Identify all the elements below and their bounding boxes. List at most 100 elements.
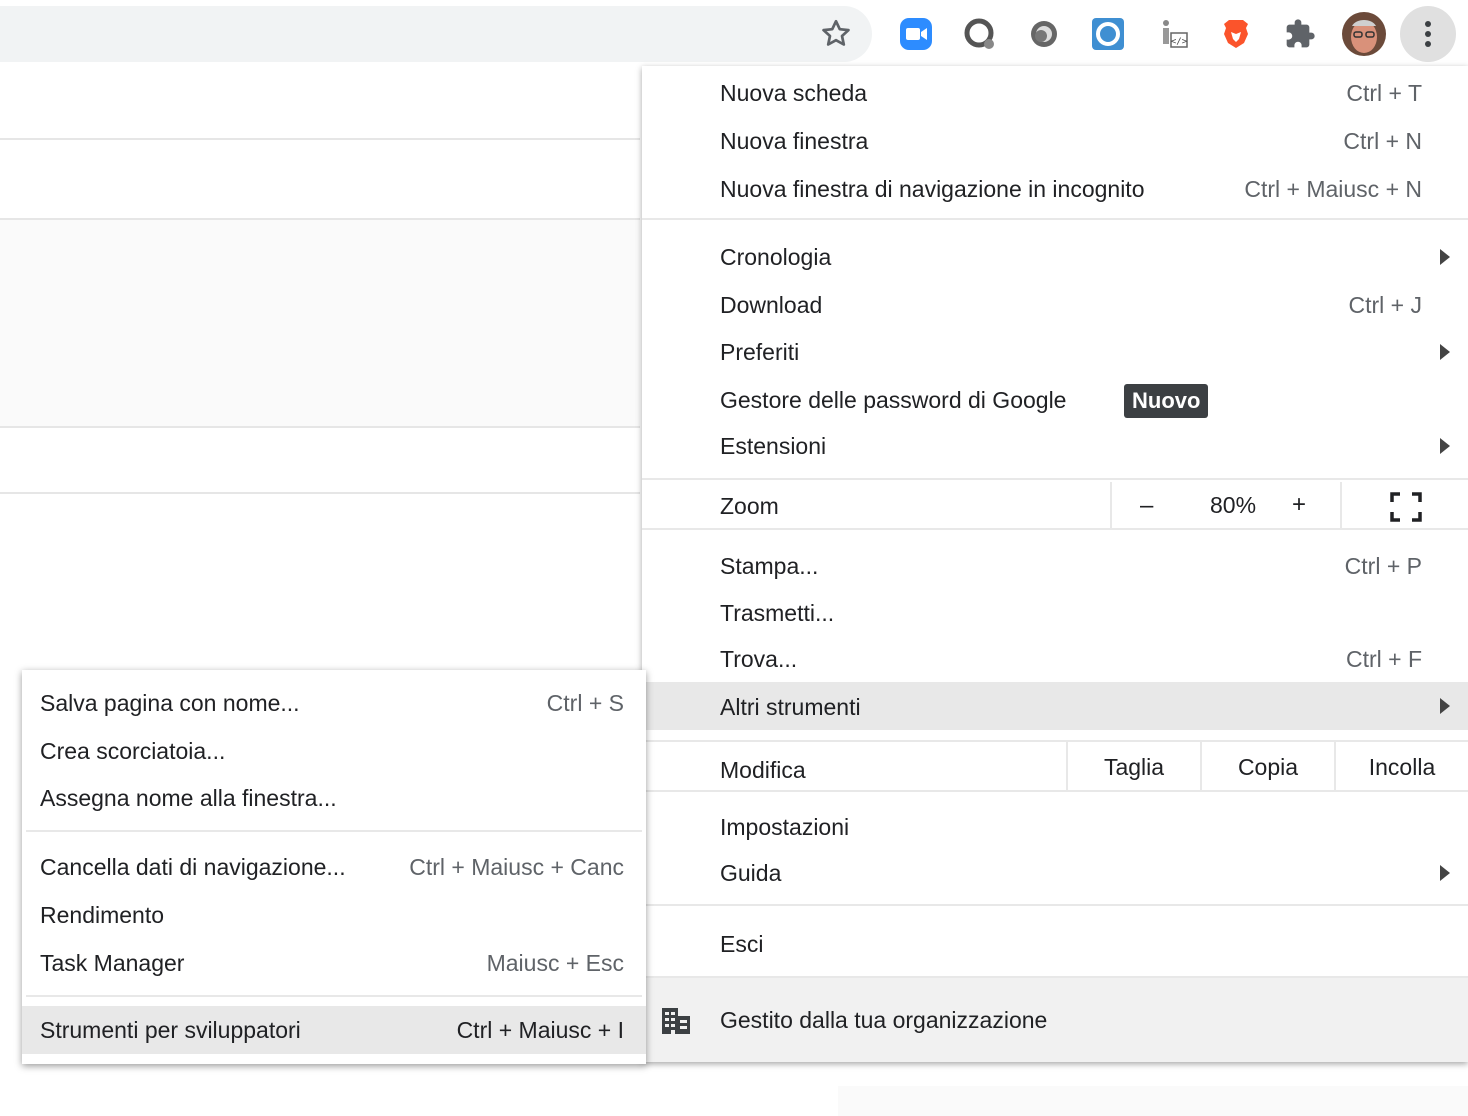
menu-item-label: Nuova scheda <box>720 80 868 106</box>
sync-extension-icon[interactable] <box>1090 16 1126 52</box>
submenu-item-dev-tools[interactable]: Strumenti per sviluppatori Ctrl + Maiusc… <box>22 1006 646 1054</box>
menu-item-new-window[interactable]: Nuova finestra Ctrl + N <box>642 118 1468 164</box>
menu-item-history[interactable]: Cronologia <box>642 234 1468 280</box>
menu-item-exit[interactable]: Esci <box>642 921 1468 967</box>
menu-item-new-tab[interactable]: Nuova scheda Ctrl + T <box>642 70 1468 116</box>
address-bar[interactable] <box>0 6 872 62</box>
managed-label: Gestito dalla tua organizzazione <box>720 1007 1048 1033</box>
star-icon[interactable] <box>818 16 854 52</box>
menu-item-more-tools[interactable]: Altri strumenti <box>642 682 1468 730</box>
menu-item-help[interactable]: Guida <box>642 850 1468 896</box>
menu-item-cast[interactable]: Trasmetti... <box>642 590 1468 636</box>
brave-lion-icon[interactable] <box>1218 16 1254 52</box>
chrome-main-menu: Nuova scheda Ctrl + T Nuova finestra Ctr… <box>642 66 1468 1062</box>
menu-item-label: Trasmetti... <box>720 600 835 626</box>
zoom-controls: – 80% + <box>1110 482 1468 530</box>
submenu-item-clear-data[interactable]: Cancella dati di navigazione... Ctrl + M… <box>22 844 646 890</box>
new-badge: Nuovo <box>1124 384 1209 418</box>
menu-item-label: Estensioni <box>720 433 827 459</box>
divider <box>0 492 640 494</box>
menu-item-label: Nuova finestra di navigazione in incogni… <box>720 176 1145 202</box>
shortcut-label: Maiusc + Esc <box>486 950 624 976</box>
menu-item-bookmarks[interactable]: Preferiti <box>642 329 1468 375</box>
zoom-extension-icon[interactable] <box>898 16 934 52</box>
submenu-item-create-shortcut[interactable]: Crea scorciatoia... <box>22 728 646 774</box>
cut-button[interactable]: Taglia <box>1066 742 1200 792</box>
zoom-out-button[interactable]: – <box>1140 492 1153 520</box>
menu-item-label: Altri strumenti <box>720 694 861 720</box>
submenu-item-task-manager[interactable]: Task Manager Maiusc + Esc <box>22 940 646 986</box>
menu-item-print[interactable]: Stampa... Ctrl + P <box>642 543 1468 589</box>
browser-toolbar: </> <box>0 0 1468 66</box>
content-block <box>0 220 640 426</box>
zoom-level: 80% <box>1210 492 1257 518</box>
code-extension-icon[interactable]: </> <box>1154 16 1190 52</box>
shortcut-label: Ctrl + T <box>1346 80 1422 106</box>
copy-button[interactable]: Copia <box>1200 742 1334 792</box>
menu-item-label: Salva pagina con nome... <box>40 690 300 716</box>
paste-button[interactable]: Incolla <box>1334 742 1468 792</box>
menu-item-label: Nuova finestra <box>720 128 869 154</box>
menu-separator <box>642 218 1468 220</box>
menu-item-extensions[interactable]: Estensioni <box>642 423 1468 469</box>
menu-item-downloads[interactable]: Download Ctrl + J <box>642 282 1468 328</box>
submenu-item-performance[interactable]: Rendimento <box>22 892 646 938</box>
menu-item-label: Preferiti <box>720 339 800 365</box>
fullscreen-icon <box>1390 492 1422 522</box>
shortcut-label: Ctrl + Maiusc + Canc <box>409 854 624 880</box>
menu-separator <box>642 904 1468 906</box>
managed-by-org-item[interactable]: Gestito dalla tua organizzazione <box>642 978 1468 1062</box>
menu-item-label: Rendimento <box>40 902 165 928</box>
building-icon <box>662 1008 690 1034</box>
shortcut-label: Ctrl + F <box>1345 646 1422 672</box>
edit-row: Modifica Taglia Copia Incolla <box>642 742 1468 792</box>
menu-item-label: Esci <box>720 931 764 957</box>
submenu-item-name-window[interactable]: Assegna nome alla finestra... <box>22 775 646 821</box>
divider <box>0 138 640 140</box>
menu-item-label: Impostazioni <box>720 814 850 840</box>
puzzle-icon[interactable] <box>1282 16 1318 52</box>
shortcut-label: Ctrl + S <box>546 690 624 716</box>
submenu-arrow-icon <box>1440 249 1450 265</box>
menu-separator <box>642 478 1468 480</box>
menu-item-passwords[interactable]: Gestore delle password di Google <box>642 377 1468 423</box>
submenu-arrow-icon <box>1440 438 1450 454</box>
menu-separator <box>642 528 1468 530</box>
menu-separator <box>26 995 642 997</box>
search-extension-icon[interactable] <box>962 16 998 52</box>
submenu-item-save-page[interactable]: Salva pagina con nome... Ctrl + S <box>22 680 646 726</box>
menu-item-label: Stampa... <box>720 553 819 579</box>
menu-item-label: Crea scorciatoia... <box>40 738 226 764</box>
zoom-label: Zoom <box>720 493 779 519</box>
menu-item-label: Cancella dati di navigazione... <box>40 854 346 880</box>
submenu-arrow-icon <box>1440 344 1450 360</box>
avatar[interactable] <box>1342 12 1386 56</box>
vertical-dots-icon[interactable] <box>1400 6 1456 62</box>
submenu-arrow-icon <box>1440 698 1450 714</box>
menu-item-label: Gestore delle password di Google <box>720 387 1067 413</box>
divider <box>0 426 640 428</box>
shortcut-label: Ctrl + J <box>1348 292 1422 318</box>
menu-item-label: Task Manager <box>40 950 185 976</box>
shortcut-label: Ctrl + N <box>1343 128 1422 154</box>
submenu-arrow-icon <box>1440 865 1450 881</box>
menu-item-label: Assegna nome alla finestra... <box>40 785 337 811</box>
circle-extension-icon[interactable] <box>1026 16 1062 52</box>
zoom-in-button[interactable]: + <box>1292 491 1306 519</box>
content-block <box>838 1086 1468 1116</box>
zoom-row: Zoom – 80% + <box>642 482 1468 530</box>
menu-item-find[interactable]: Trova... Ctrl + F <box>642 636 1468 682</box>
menu-separator <box>642 790 1468 792</box>
svg-text:</>: </> <box>1171 37 1188 47</box>
shortcut-label: Ctrl + Maiusc + N <box>1244 176 1422 202</box>
edit-label: Modifica <box>720 757 806 783</box>
menu-item-settings[interactable]: Impostazioni <box>642 804 1468 850</box>
menu-item-label: Download <box>720 292 823 318</box>
shortcut-label: Ctrl + Maiusc + I <box>456 1017 624 1043</box>
fullscreen-button[interactable] <box>1340 482 1468 530</box>
menu-item-label: Trova... <box>720 646 798 672</box>
more-tools-submenu: Salva pagina con nome... Ctrl + S Crea s… <box>22 670 646 1064</box>
shortcut-label: Ctrl + P <box>1344 553 1422 579</box>
menu-item-incognito[interactable]: Nuova finestra di navigazione in incogni… <box>642 166 1468 212</box>
menu-item-label: Guida <box>720 860 782 886</box>
